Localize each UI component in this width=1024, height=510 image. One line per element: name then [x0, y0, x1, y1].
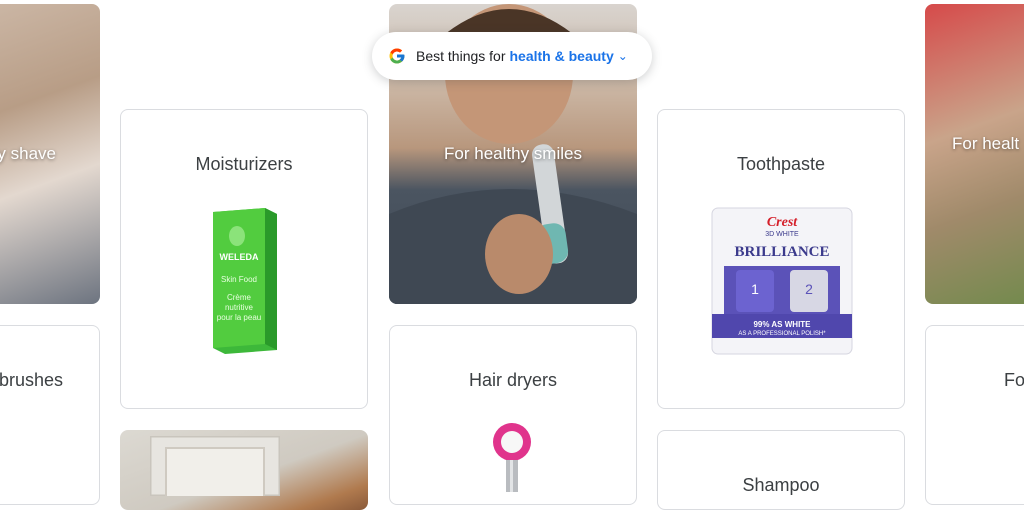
- crest-claim2: AS A PROFESSIONAL POLISH*: [738, 331, 826, 337]
- weleda-line2: Crème: [227, 293, 252, 302]
- weleda-line4: pour la peau: [217, 313, 261, 322]
- card-right-bottom-title: Fo: [1004, 370, 1024, 390]
- card-moisturizers-title: Moisturizers: [195, 154, 293, 174]
- card-bottom-photo[interactable]: [120, 430, 368, 510]
- crest-name: BRILLIANCE: [734, 244, 829, 260]
- weleda-line1: Skin Food: [221, 275, 257, 284]
- card-brushes[interactable]: brushes: [0, 325, 100, 505]
- card-hair-dryers-title: Hair dryers: [468, 370, 557, 390]
- card-shave-photo[interactable]: y shave: [0, 4, 100, 304]
- card-healthy-smiles-caption: For healthy smiles: [444, 144, 582, 163]
- card-right-bottom[interactable]: Fo: [925, 325, 1024, 505]
- weleda-brand-text: WELEDA: [220, 252, 259, 262]
- card-toothpaste-title: Toothpaste: [736, 154, 826, 174]
- hair-dryer-image: [493, 423, 531, 492]
- search-pill-topic[interactable]: health & beauty: [510, 48, 614, 64]
- card-shampoo-title: Shampoo: [742, 475, 820, 495]
- google-g-icon: [389, 48, 405, 64]
- crest-claim1: 99% AS WHITE: [753, 320, 811, 329]
- crest-sub: 3D WHITE: [765, 231, 799, 238]
- search-topic-pill[interactable]: Best things for health & beauty ⌄: [372, 32, 652, 80]
- weleda-product-image: WELEDA Skin Food Crème nutritive pour la…: [213, 208, 277, 354]
- crest-step1: 1: [751, 281, 759, 297]
- chevron-down-icon[interactable]: ⌄: [618, 49, 628, 63]
- card-shampoo[interactable]: Shampoo: [657, 430, 905, 510]
- card-shave-caption: y shave: [0, 144, 56, 163]
- card-hair-dryers[interactable]: Hair dryers: [389, 325, 637, 505]
- crest-brand: Crest: [767, 215, 798, 230]
- weleda-line3: nutritive: [225, 303, 254, 312]
- door-shape: [150, 436, 280, 496]
- card-toothpaste[interactable]: Toothpaste Crest 3D WHITE BRILLIANCE 1 2…: [657, 109, 905, 409]
- card-brushes-title: brushes: [0, 370, 63, 390]
- card-moisturizers[interactable]: Moisturizers WELEDA Skin Food Crème nutr…: [120, 109, 368, 409]
- crest-product-image: Crest 3D WHITE BRILLIANCE 1 2 99% AS WHI…: [711, 207, 853, 355]
- card-right-caption: For healt: [952, 134, 1020, 153]
- search-pill-prefix: Best things for: [416, 48, 506, 64]
- card-right-photo[interactable]: For healt: [925, 4, 1024, 304]
- crest-step2: 2: [805, 281, 813, 297]
